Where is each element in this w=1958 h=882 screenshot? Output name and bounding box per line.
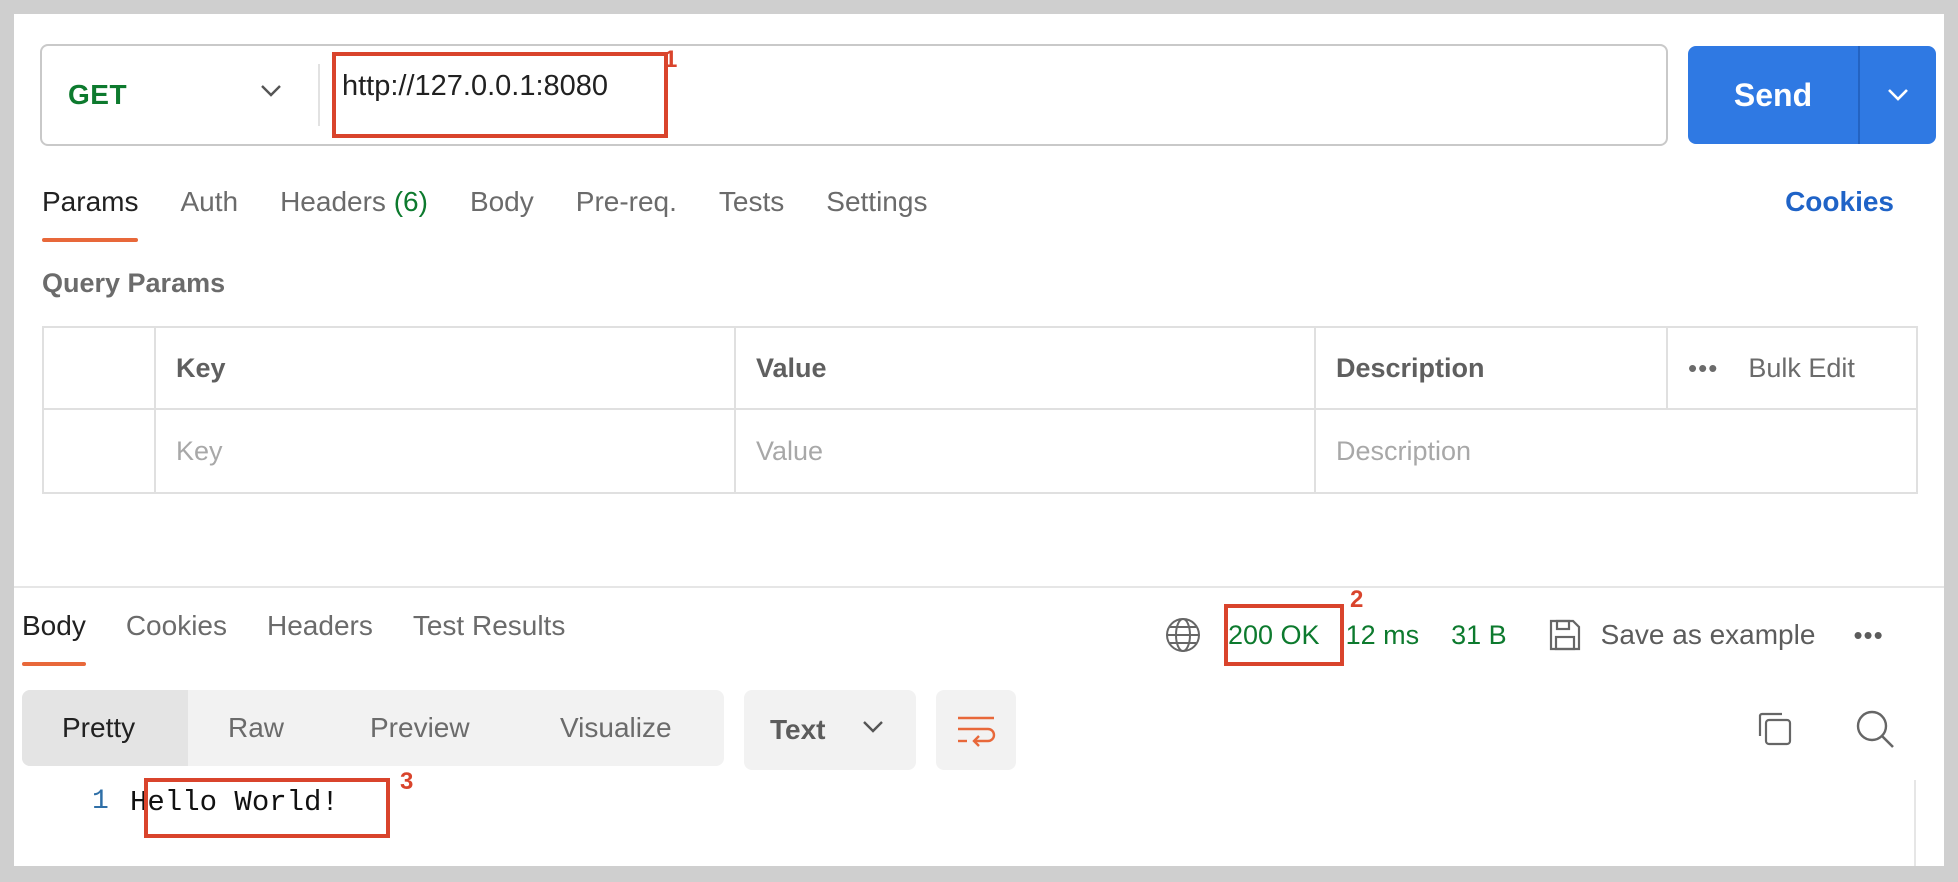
row-checkbox-cell — [44, 410, 156, 492]
request-tabs: Params Auth Headers (6) Body Pre-req. Te… — [42, 186, 969, 242]
annotation-number-2: 2 — [1350, 586, 1364, 613]
value-input[interactable]: Value — [736, 410, 1316, 492]
more-options-icon[interactable]: ••• — [1853, 620, 1883, 651]
bulk-actions: ••• Bulk Edit — [1688, 353, 1855, 384]
search-icon[interactable] — [1854, 708, 1896, 750]
format-label: Text — [770, 714, 826, 745]
view-tab-raw[interactable]: Raw — [188, 690, 330, 766]
column-header-value: Value — [736, 328, 1316, 408]
format-dropdown[interactable]: Text — [744, 690, 916, 770]
chevron-down-icon — [261, 85, 281, 97]
method-label: GET — [68, 79, 128, 110]
scrollbar[interactable] — [1914, 780, 1916, 866]
postman-window: GET http://127.0.0.1:8080 Send Params Au… — [14, 14, 1944, 866]
response-tab-headers[interactable]: Headers — [267, 610, 373, 660]
checkbox-column-header — [44, 328, 156, 408]
cookies-link[interactable]: Cookies — [1785, 186, 1894, 218]
chevron-down-icon — [863, 721, 883, 733]
view-tab-preview[interactable]: Preview — [330, 690, 522, 766]
tab-tests[interactable]: Tests — [719, 186, 784, 236]
bulk-edit-button[interactable]: Bulk Edit — [1748, 353, 1855, 384]
response-tab-test-results[interactable]: Test Results — [413, 610, 566, 660]
line-number: 1 — [92, 786, 109, 817]
chevron-down-icon — [1888, 89, 1908, 101]
copy-icon[interactable] — [1756, 710, 1794, 748]
annotation-box-status — [1224, 604, 1344, 666]
tab-body[interactable]: Body — [470, 186, 534, 236]
annotation-number-3: 3 — [400, 768, 414, 795]
response-size[interactable]: 31 B — [1451, 620, 1507, 651]
send-options-button[interactable] — [1860, 46, 1936, 144]
more-options-icon[interactable]: ••• — [1688, 353, 1718, 384]
annotation-box-body — [144, 778, 390, 838]
view-mode-tabs: Pretty Raw Preview Visualize — [22, 690, 724, 766]
tab-headers-count: (6) — [393, 186, 428, 217]
column-header-description: Description — [1316, 328, 1668, 408]
tab-settings[interactable]: Settings — [826, 186, 927, 236]
tab-prereq[interactable]: Pre-req. — [576, 186, 677, 236]
response-tabs: Body Cookies Headers Test Results — [22, 610, 605, 666]
view-tab-visualize[interactable]: Visualize — [522, 690, 672, 766]
response-tab-body[interactable]: Body — [22, 610, 86, 666]
tab-headers-label: Headers — [280, 186, 386, 217]
save-as-example-button[interactable]: Save as example — [1601, 619, 1816, 651]
wrap-lines-icon — [958, 716, 996, 747]
send-button-group: Send — [1688, 46, 1936, 144]
query-params-table: Key Value Description ••• Bulk Edit Key … — [42, 326, 1918, 494]
annotation-box-url — [332, 52, 668, 138]
tab-auth[interactable]: Auth — [180, 186, 238, 236]
request-bar: GET http://127.0.0.1:8080 — [40, 44, 1668, 146]
tab-headers[interactable]: Headers (6) — [280, 186, 428, 236]
table-row: Key Value Description — [44, 410, 1916, 492]
table-actions: ••• Bulk Edit — [1668, 328, 1916, 408]
response-time[interactable]: 12 ms — [1346, 620, 1420, 651]
annotation-number-1: 1 — [664, 46, 678, 73]
query-params-title: Query Params — [42, 268, 226, 298]
key-input[interactable]: Key — [156, 410, 736, 492]
globe-icon[interactable] — [1164, 616, 1202, 654]
send-button[interactable]: Send — [1688, 46, 1858, 144]
method-dropdown[interactable]: GET — [42, 46, 318, 144]
tab-params[interactable]: Params — [42, 186, 139, 242]
save-icon — [1549, 619, 1580, 651]
table-header-row: Key Value Description ••• Bulk Edit — [44, 328, 1916, 410]
method-separator — [318, 64, 320, 126]
description-input[interactable]: Description — [1316, 410, 1916, 492]
response-tab-cookies[interactable]: Cookies — [126, 610, 227, 660]
response-divider[interactable] — [14, 586, 1944, 588]
column-header-key: Key — [156, 328, 736, 408]
wrap-lines-button[interactable] — [936, 690, 1016, 770]
view-tab-pretty[interactable]: Pretty — [22, 690, 188, 766]
